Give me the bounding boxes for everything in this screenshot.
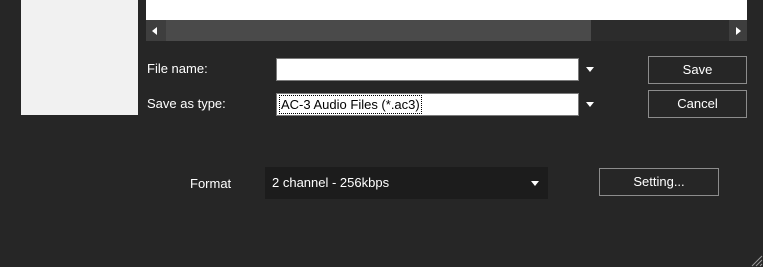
cancel-button[interactable]: Cancel — [648, 90, 747, 118]
file-list[interactable] — [146, 0, 747, 20]
file-name-label: File name: — [147, 61, 208, 76]
chevron-down-icon — [531, 181, 539, 186]
scroll-right-arrow-icon[interactable] — [736, 27, 741, 35]
resize-grip-icon[interactable] — [749, 253, 763, 267]
save-as-type-label: Save as type: — [147, 96, 226, 111]
file-name-dropdown-button[interactable] — [579, 58, 601, 81]
save-as-type-select[interactable]: AC-3 Audio Files (*.ac3) — [276, 93, 579, 116]
setting-button[interactable]: Setting... — [599, 168, 719, 196]
save-as-type-dropdown-button[interactable] — [579, 93, 601, 116]
horizontal-scrollbar[interactable] — [146, 20, 747, 41]
file-name-input[interactable] — [276, 58, 579, 81]
save-as-type-value: AC-3 Audio Files (*.ac3) — [279, 95, 422, 114]
scrollbar-thumb[interactable] — [166, 20, 591, 41]
places-panel[interactable] — [21, 0, 138, 115]
save-button[interactable]: Save — [648, 56, 747, 84]
scroll-left-arrow-icon[interactable] — [152, 27, 157, 35]
chevron-down-icon — [586, 67, 594, 72]
format-value: 2 channel - 256kbps — [272, 175, 390, 190]
chevron-down-icon — [586, 102, 594, 107]
format-select[interactable]: 2 channel - 256kbps — [265, 167, 548, 199]
scrollbar-track[interactable] — [591, 20, 729, 41]
format-label: Format — [190, 176, 232, 191]
